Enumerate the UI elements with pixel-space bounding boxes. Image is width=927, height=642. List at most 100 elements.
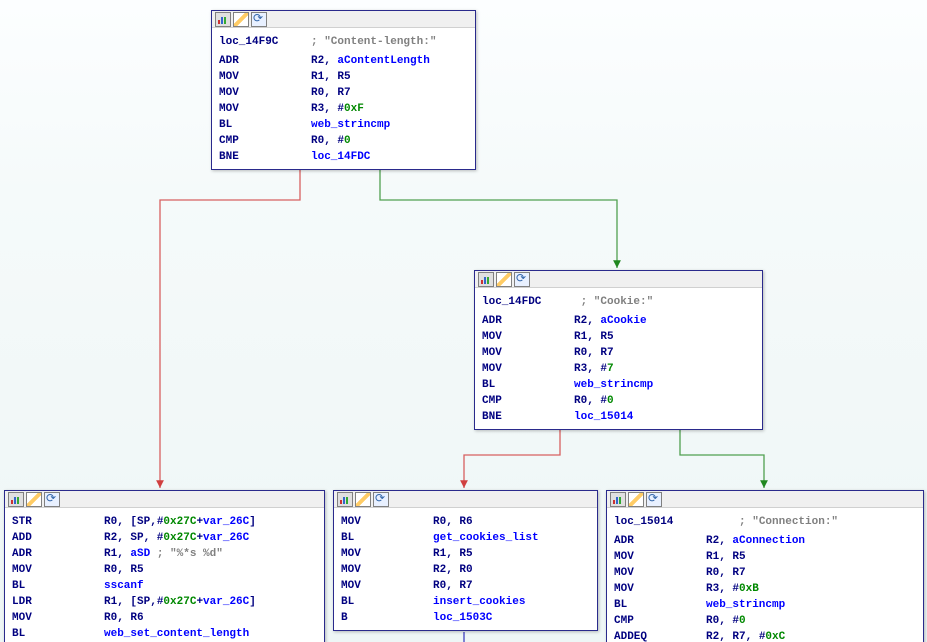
operand-sym[interactable]: web_set_content_length: [104, 628, 249, 640]
mnemonic: B: [341, 612, 348, 624]
operand-reg: R0: [104, 516, 117, 528]
operand-sym[interactable]: aContentLength: [337, 55, 429, 67]
disassembly-body: STRR0, [SP,#0x27C+var_26C]ADDR2, SP, #0x…: [5, 508, 324, 642]
operand-reg: R0: [311, 87, 324, 99]
operand-sym[interactable]: loc_14FDC: [311, 151, 370, 163]
operand-reg: R0: [433, 580, 446, 592]
operand-reg: R0: [706, 567, 719, 579]
block-loc-15014[interactable]: loc_15014; "Connection:"ADRR2, aConnecti…: [606, 490, 924, 642]
operand-sym[interactable]: var_26C: [203, 596, 249, 608]
refresh-icon[interactable]: [251, 12, 267, 27]
block-label: loc_15014: [614, 516, 673, 528]
node-titlebar: [334, 491, 597, 508]
edit-icon[interactable]: [355, 492, 371, 507]
node-titlebar: [5, 491, 324, 508]
operand-sep: ,: [587, 331, 600, 343]
operand-reg: R0: [104, 612, 117, 624]
operand-reg: R5: [732, 551, 745, 563]
operand-reg: SP: [130, 532, 143, 544]
mnemonic: MOV: [12, 612, 32, 624]
operand-reg: R5: [600, 331, 613, 343]
operand-sym[interactable]: aCookie: [600, 315, 646, 327]
operand-sep: ]: [249, 596, 256, 608]
mnemonic: BL: [12, 580, 25, 592]
mnemonic: ADDEQ: [614, 631, 647, 642]
operand-reg: R5: [459, 548, 472, 560]
operand-reg: R7: [459, 580, 472, 592]
operand-sep: ,: [324, 103, 337, 115]
operand-num: 0xF: [344, 103, 364, 115]
edit-icon[interactable]: [26, 492, 42, 507]
chart-icon[interactable]: [478, 272, 494, 287]
refresh-icon[interactable]: [373, 492, 389, 507]
operand-reg: R1: [104, 596, 117, 608]
disassembly-body: loc_14FDC; "Cookie:"ADRR2, aCookieMOVR1,…: [475, 288, 762, 429]
operand-reg: R1: [433, 548, 446, 560]
chart-icon[interactable]: [215, 12, 231, 27]
operand-sep: ,: [324, 55, 337, 67]
mnemonic: ADR: [482, 315, 502, 327]
node-titlebar: [212, 11, 475, 28]
operand-sym[interactable]: aSD: [130, 548, 150, 560]
operand-sym[interactable]: aConnection: [732, 535, 805, 547]
mnemonic: MOV: [219, 103, 239, 115]
operand-sym[interactable]: get_cookies_list: [433, 532, 539, 544]
mnemonic: CMP: [614, 615, 634, 627]
operand-sep: ,: [587, 395, 600, 407]
operand-num: 0: [739, 615, 746, 627]
operand-sep: , #: [144, 532, 164, 544]
block-loc-14FDC[interactable]: loc_14FDC; "Cookie:"ADRR2, aCookieMOVR1,…: [474, 270, 763, 430]
operand-sym[interactable]: insert_cookies: [433, 596, 525, 608]
refresh-icon[interactable]: [514, 272, 530, 287]
operand-reg: R7: [732, 567, 745, 579]
operand-sym[interactable]: loc_1503C: [433, 612, 492, 624]
chart-icon[interactable]: [610, 492, 626, 507]
operand-reg: R7: [732, 631, 745, 642]
mnemonic: MOV: [482, 331, 502, 343]
edit-icon[interactable]: [496, 272, 512, 287]
mnemonic: MOV: [341, 548, 361, 560]
operand-sep: ,: [587, 315, 600, 327]
operand-sep: ,: [587, 363, 600, 375]
operand-sep: ,#: [150, 596, 163, 608]
chart-icon[interactable]: [337, 492, 353, 507]
operand-sym[interactable]: var_26C: [203, 532, 249, 544]
block-content-length-parse[interactable]: STRR0, [SP,#0x27C+var_26C]ADDR2, SP, #0x…: [4, 490, 325, 642]
operand-sep: ,: [117, 612, 130, 624]
refresh-icon[interactable]: [646, 492, 662, 507]
edit-icon[interactable]: [628, 492, 644, 507]
operand-reg: R3: [311, 103, 324, 115]
block-comment: ; "Cookie:": [581, 296, 654, 308]
operand-num: 0: [607, 395, 614, 407]
operand-reg: R2: [433, 564, 446, 576]
block-cookies[interactable]: MOVR0, R6BLget_cookies_listMOVR1, R5MOVR…: [333, 490, 598, 631]
mnemonic: ADR: [614, 535, 634, 547]
mnemonic: MOV: [341, 580, 361, 592]
operand-sym[interactable]: loc_15014: [574, 411, 633, 423]
block-comment: ; "Content-length:": [311, 36, 436, 48]
operand-sym[interactable]: web_strincmp: [574, 379, 653, 391]
disassembly-body: MOVR0, R6BLget_cookies_listMOVR1, R5MOVR…: [334, 508, 597, 630]
operand-reg: R7: [337, 87, 350, 99]
operand-sym[interactable]: var_26C: [203, 516, 249, 528]
mnemonic: MOV: [341, 564, 361, 576]
operand-num: 0x27C: [163, 532, 196, 544]
operand-reg: R6: [130, 612, 143, 624]
operand-sym[interactable]: web_strincmp: [706, 599, 785, 611]
operand-sym[interactable]: web_strincmp: [311, 119, 390, 131]
refresh-icon[interactable]: [44, 492, 60, 507]
chart-icon[interactable]: [8, 492, 24, 507]
operand-num: 7: [607, 363, 614, 375]
operand-sym[interactable]: sscanf: [104, 580, 144, 592]
block-loc-14F9C[interactable]: loc_14F9C; "Content-length:"ADRR2, aCont…: [211, 10, 476, 170]
mnemonic: MOV: [482, 363, 502, 375]
operand-reg: R5: [337, 71, 350, 83]
operand-sep: ,: [719, 631, 732, 642]
mnemonic: CMP: [219, 135, 239, 147]
operand-sep: ,: [719, 615, 732, 627]
edit-icon[interactable]: [233, 12, 249, 27]
mnemonic: MOV: [219, 87, 239, 99]
mnemonic: CMP: [482, 395, 502, 407]
mnemonic: MOV: [219, 71, 239, 83]
operand-sep: ,: [446, 548, 459, 560]
